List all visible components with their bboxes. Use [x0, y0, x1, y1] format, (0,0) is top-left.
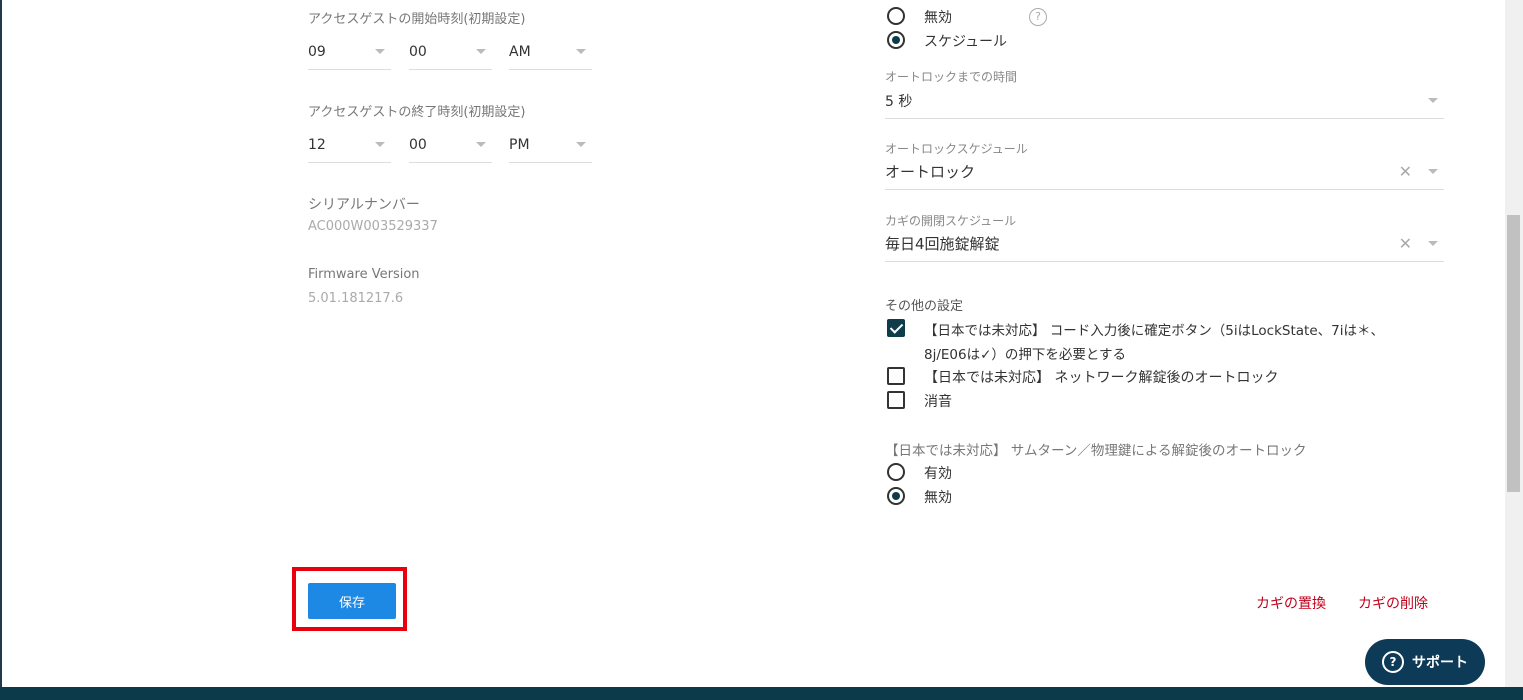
- caret-down-icon: [476, 49, 486, 54]
- autolock-schedule-radio[interactable]: [887, 31, 905, 49]
- network-unlock-autolock-label: 【日本では未対応】 ネットワーク解錠後のオートロック: [924, 370, 1279, 386]
- caret-down-icon: [1428, 241, 1438, 246]
- other-settings-label: その他の設定: [885, 299, 964, 314]
- caret-down-icon: [576, 49, 586, 54]
- window-left-border: [0, 0, 2, 700]
- end-hour-value: 12: [308, 136, 326, 153]
- clear-x-icon[interactable]: ✕: [1399, 235, 1412, 252]
- clear-x-icon[interactable]: ✕: [1399, 163, 1412, 180]
- end-minute-select[interactable]: 00: [409, 127, 492, 163]
- caret-down-icon: [375, 49, 385, 54]
- autolock-schedule-value: オートロック: [885, 163, 976, 181]
- end-ampm-select[interactable]: PM: [509, 127, 592, 163]
- serial-value: AC000W003529337: [308, 219, 438, 234]
- caret-down-icon: [476, 142, 486, 147]
- autolock-time-select[interactable]: 5 秒: [885, 83, 1444, 119]
- firmware-label: Firmware Version: [308, 267, 420, 282]
- autolock-schedule-label: スケジュール: [924, 34, 1008, 50]
- end-ampm-value: PM: [509, 136, 530, 153]
- thumbturn-autolock-label: 【日本では未対応】 サムターン／物理鍵による解錠後のオートロック: [885, 443, 1307, 459]
- firmware-value: 5.01.181217.6: [308, 291, 404, 306]
- mute-label: 消音: [924, 394, 952, 410]
- thumbturn-enabled-radio[interactable]: [887, 463, 905, 481]
- caret-down-icon: [1428, 169, 1438, 174]
- start-time-label: アクセスゲストの開始時刻(初期設定): [308, 12, 526, 27]
- save-button[interactable]: 保存: [308, 583, 396, 619]
- end-minute-value: 00: [409, 136, 427, 153]
- confirm-button-required-checkbox[interactable]: [887, 319, 905, 337]
- caret-down-icon: [375, 142, 385, 147]
- question-circle-icon[interactable]: ?: [1029, 8, 1047, 26]
- caret-down-icon: [1428, 98, 1438, 103]
- question-circle-icon: ?: [1382, 651, 1404, 673]
- delete-key-link[interactable]: カギの削除: [1358, 593, 1428, 613]
- start-ampm-select[interactable]: AM: [509, 34, 592, 70]
- end-time-label: アクセスゲストの終了時刻(初期設定): [308, 105, 526, 120]
- support-label: サポート: [1412, 655, 1468, 671]
- network-unlock-autolock-checkbox[interactable]: [887, 367, 905, 385]
- support-button[interactable]: ? サポート: [1365, 639, 1485, 685]
- thumbturn-enabled-label: 有効: [924, 466, 952, 482]
- serial-label: シリアルナンバー: [308, 197, 420, 213]
- scrollbar-thumb[interactable]: [1507, 215, 1520, 492]
- start-ampm-value: AM: [509, 43, 531, 60]
- autolock-disabled-radio[interactable]: [887, 7, 905, 25]
- start-minute-value: 00: [409, 43, 427, 60]
- key-schedule-value: 毎日4回施錠解錠: [885, 235, 1000, 253]
- confirm-button-required-label: 【日本では未対応】 コード入力後に確定ボタン（5iはLockState、7iは＊…: [924, 323, 1384, 339]
- start-minute-select[interactable]: 00: [409, 34, 492, 70]
- start-hour-value: 09: [308, 43, 326, 60]
- confirm-button-required-label-line2: 8j/E06は✓）の押下を必要とする: [924, 347, 1127, 363]
- end-hour-select[interactable]: 12: [308, 127, 391, 163]
- autolock-schedule-select[interactable]: オートロック ✕: [885, 154, 1444, 190]
- footer-bar: [0, 687, 1523, 700]
- start-hour-select[interactable]: 09: [308, 34, 391, 70]
- key-schedule-select[interactable]: 毎日4回施錠解錠 ✕: [885, 226, 1444, 262]
- mute-checkbox[interactable]: [887, 391, 905, 409]
- autolock-disabled-label: 無効: [924, 10, 952, 26]
- caret-down-icon: [576, 142, 586, 147]
- replace-key-link[interactable]: カギの置換: [1256, 593, 1326, 613]
- autolock-time-value: 5 秒: [885, 93, 913, 110]
- thumbturn-disabled-label: 無効: [924, 490, 952, 506]
- thumbturn-disabled-radio[interactable]: [887, 487, 905, 505]
